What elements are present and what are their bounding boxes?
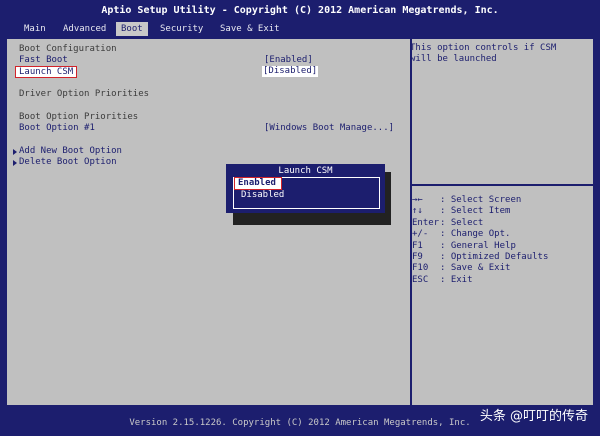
key-help-row: →←: Select Screen <box>412 195 522 205</box>
tab-boot[interactable]: Boot <box>116 22 148 36</box>
key-help-table: →←: Select Screen ↑↓: Select Item Enter:… <box>412 195 548 286</box>
fast-boot-label[interactable]: Fast Boot <box>19 55 68 66</box>
launch-csm-label: Launch CSM <box>19 67 74 77</box>
boot-config-header: Boot Configuration <box>19 44 117 54</box>
submenu-arrow-icon <box>13 160 17 166</box>
watermark: 头条 @叮叮的传奇 <box>479 409 588 424</box>
driver-option-priorities: Driver Option Priorities <box>19 89 150 99</box>
key-help-row: ESC: Exit <box>412 274 473 285</box>
help-text: This option controls if CSM will be laun… <box>410 43 557 64</box>
key-help-row: ↑↓: Select Item <box>412 206 511 217</box>
key-help-row: F9: Optimized Defaults <box>412 252 549 263</box>
fast-boot-value[interactable]: [Enabled] <box>264 55 313 66</box>
submenu-arrow-icon <box>13 149 17 155</box>
boot-option-1-value[interactable]: [Windows Boot Manage...] <box>264 123 394 134</box>
app-title: Aptio Setup Utility - Copyright (C) 2012… <box>101 5 499 16</box>
key-help-row: F10: Save & Exit <box>412 263 511 274</box>
tab-main[interactable]: Main <box>19 22 51 36</box>
key-help-row: F1: General Help <box>412 240 516 251</box>
tab-save-exit[interactable]: Save & Exit <box>215 22 285 36</box>
delete-boot-option[interactable]: Delete Boot Option <box>19 157 117 168</box>
boot-option-priorities: Boot Option Priorities <box>19 112 139 122</box>
key-help-row: Enter: Select <box>412 217 484 228</box>
add-boot-option[interactable]: Add New Boot Option <box>19 146 122 157</box>
launch-csm-item[interactable]: Launch CSM <box>15 66 78 78</box>
popup-title: Launch CSM <box>278 166 333 176</box>
menu-bar: Main Advanced Boot Security Save & Exit <box>0 22 600 36</box>
launch-csm-value[interactable]: [Disabled] <box>262 66 319 77</box>
arrow-up-down-icon: ↑↓ <box>412 206 423 217</box>
boot-option-1-label[interactable]: Boot Option #1 <box>19 123 95 134</box>
key-help-row: +/-: Change Opt. <box>412 229 511 240</box>
arrow-left-right-icon: →← <box>412 195 423 205</box>
option-enabled[interactable]: Enabled <box>234 177 282 190</box>
help-divider <box>412 184 593 186</box>
tab-security[interactable]: Security <box>155 22 208 36</box>
tab-advanced[interactable]: Advanced <box>58 22 111 36</box>
option-disabled[interactable]: Disabled <box>241 190 284 201</box>
title-bar: Aptio Setup Utility - Copyright (C) 2012… <box>0 0 600 22</box>
launch-csm-popup: Launch CSM Enabled Disabled <box>226 164 385 213</box>
